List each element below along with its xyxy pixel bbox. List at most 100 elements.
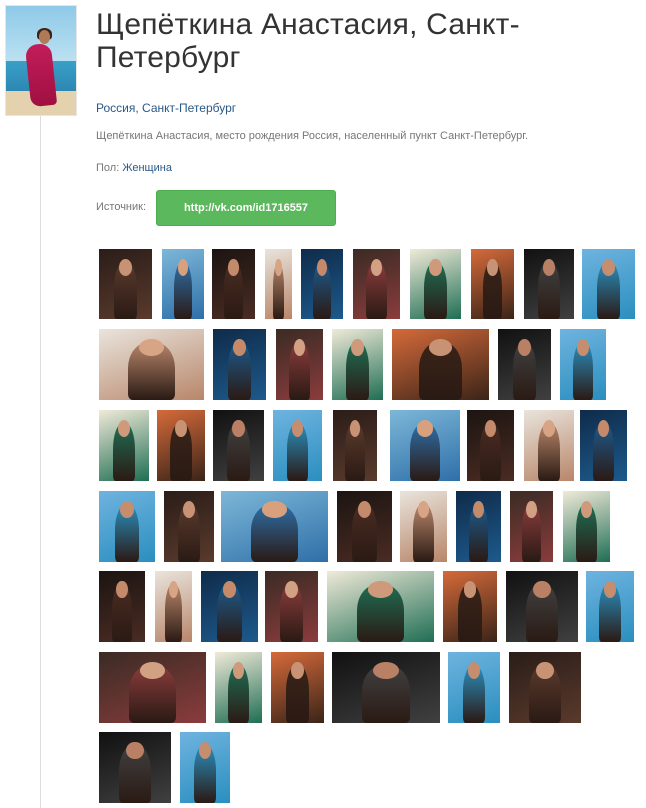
photo-face bbox=[370, 258, 383, 276]
gallery-photo-29[interactable] bbox=[221, 491, 328, 562]
photo-face bbox=[199, 741, 211, 759]
gallery-photo-15[interactable] bbox=[392, 329, 489, 400]
gallery-photo-25[interactable] bbox=[524, 410, 574, 481]
gallery-photo-44[interactable] bbox=[215, 652, 262, 723]
gallery-photo-39[interactable] bbox=[327, 571, 434, 642]
photo-face bbox=[373, 661, 399, 679]
gallery-photo-40[interactable] bbox=[443, 571, 497, 642]
gallery-photo-6[interactable] bbox=[353, 249, 400, 319]
photo-face bbox=[533, 580, 551, 598]
country-link[interactable]: Россия bbox=[96, 101, 135, 115]
photo-face bbox=[543, 419, 555, 437]
gallery-photo-16[interactable] bbox=[498, 329, 551, 400]
city-link[interactable]: Санкт-Петербург bbox=[142, 101, 236, 115]
gallery-photo-46[interactable] bbox=[332, 652, 440, 723]
photo-face bbox=[316, 258, 328, 276]
photo-face bbox=[580, 500, 593, 518]
photo-face bbox=[169, 580, 178, 598]
gallery-photo-17[interactable] bbox=[560, 329, 606, 400]
gallery-photo-32[interactable] bbox=[456, 491, 501, 562]
photo-face bbox=[275, 258, 282, 276]
photo-face bbox=[602, 258, 615, 276]
gallery-photo-4[interactable] bbox=[265, 249, 292, 319]
gallery-photo-7[interactable] bbox=[410, 249, 461, 319]
photo-face bbox=[232, 419, 245, 437]
gallery-photo-1[interactable] bbox=[99, 249, 152, 319]
photo-face bbox=[518, 338, 531, 356]
photo-face bbox=[467, 661, 481, 679]
gallery-photo-20[interactable] bbox=[213, 410, 264, 481]
gallery-photo-28[interactable] bbox=[164, 491, 214, 562]
gender-line: Пол: Женщина bbox=[96, 162, 172, 174]
gallery-photo-33[interactable] bbox=[510, 491, 553, 562]
gallery-photo-18[interactable] bbox=[99, 410, 149, 481]
photo-face bbox=[232, 661, 245, 679]
gallery-photo-45[interactable] bbox=[271, 652, 324, 723]
photo-face bbox=[119, 258, 132, 276]
gallery-photo-36[interactable] bbox=[155, 571, 192, 642]
photo-face bbox=[126, 741, 144, 759]
photo-face bbox=[417, 500, 430, 518]
profile-description: Щепёткина Анастасия, место рождения Росс… bbox=[96, 130, 528, 142]
gallery-photo-50[interactable] bbox=[180, 732, 230, 803]
gallery-photo-24[interactable] bbox=[467, 410, 514, 481]
gallery-photo-47[interactable] bbox=[448, 652, 500, 723]
gallery-photo-19[interactable] bbox=[157, 410, 205, 481]
gallery-photo-2[interactable] bbox=[162, 249, 204, 319]
gallery-photo-21[interactable] bbox=[273, 410, 322, 481]
gallery-photo-3[interactable] bbox=[212, 249, 255, 319]
gallery-photo-42[interactable] bbox=[586, 571, 634, 642]
photo-face bbox=[416, 419, 434, 437]
photo-face bbox=[138, 338, 165, 356]
timeline-line bbox=[40, 116, 41, 808]
gallery-photo-27[interactable] bbox=[99, 491, 155, 562]
photo-face bbox=[261, 500, 288, 518]
photo-face bbox=[428, 338, 453, 356]
gallery-photo-35[interactable] bbox=[99, 571, 145, 642]
photo-face bbox=[228, 258, 239, 276]
photo-face bbox=[116, 580, 128, 598]
photo-face bbox=[604, 580, 616, 598]
photo-face bbox=[291, 661, 304, 679]
gallery-photo-31[interactable] bbox=[400, 491, 447, 562]
photo-face bbox=[597, 419, 610, 437]
gallery-photo-9[interactable] bbox=[524, 249, 574, 319]
gallery-photo-34[interactable] bbox=[563, 491, 610, 562]
gallery-photo-38[interactable] bbox=[265, 571, 318, 642]
photo-face bbox=[293, 338, 306, 356]
gallery-photo-37[interactable] bbox=[201, 571, 258, 642]
photo-face bbox=[175, 419, 187, 437]
gallery-photo-43[interactable] bbox=[99, 652, 206, 723]
gallery-photo-49[interactable] bbox=[99, 732, 171, 803]
location-line: Россия, Санкт-Петербург bbox=[96, 101, 236, 115]
gallery-photo-8[interactable] bbox=[471, 249, 514, 319]
photo-face bbox=[526, 500, 537, 518]
photo-face bbox=[543, 258, 555, 276]
gallery-photo-14[interactable] bbox=[332, 329, 383, 400]
source-label: Источник: bbox=[96, 201, 147, 213]
gallery-photo-26[interactable] bbox=[580, 410, 627, 481]
gender-value-link[interactable]: Женщина bbox=[122, 162, 172, 174]
photo-face bbox=[487, 258, 498, 276]
photo-face bbox=[233, 338, 246, 356]
photo-face bbox=[351, 338, 364, 356]
gallery-photo-13[interactable] bbox=[276, 329, 323, 400]
gallery-photo-30[interactable] bbox=[337, 491, 392, 562]
gallery-photo-41[interactable] bbox=[506, 571, 578, 642]
photo-face bbox=[177, 258, 189, 276]
gallery-photo-48[interactable] bbox=[509, 652, 581, 723]
photo-face bbox=[139, 661, 166, 679]
photo-face bbox=[473, 500, 484, 518]
profile-avatar[interactable] bbox=[5, 5, 77, 116]
gallery-photo-5[interactable] bbox=[301, 249, 343, 319]
photo-face bbox=[222, 580, 237, 598]
gallery-photo-11[interactable] bbox=[99, 329, 204, 400]
gallery-photo-12[interactable] bbox=[213, 329, 266, 400]
gallery-photo-23[interactable] bbox=[390, 410, 460, 481]
photo-face bbox=[577, 338, 589, 356]
page-title: Щепёткина Анастасия, Санкт-Петербург bbox=[96, 8, 520, 74]
source-link-button[interactable]: http://vk.com/id1716557 bbox=[156, 190, 336, 226]
gallery-photo-22[interactable] bbox=[333, 410, 377, 481]
gallery-photo-10[interactable] bbox=[582, 249, 635, 319]
photo-face bbox=[120, 500, 134, 518]
